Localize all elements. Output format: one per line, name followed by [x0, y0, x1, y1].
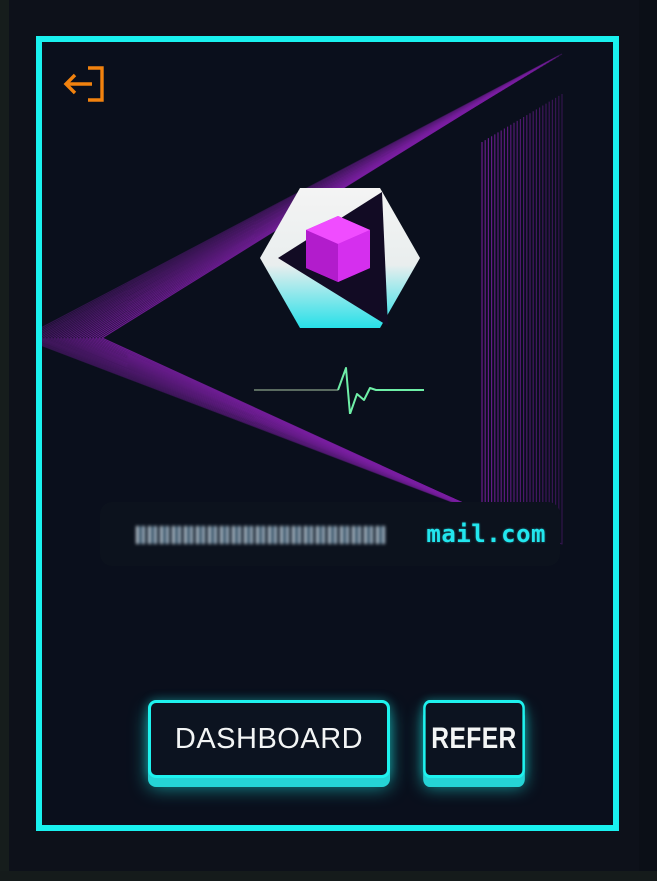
refer-button[interactable]: REFER [423, 700, 525, 778]
app-window: mail.com DASHBOARD REFER [0, 0, 657, 881]
left-edge-strip [0, 0, 9, 881]
right-edge-strip [639, 0, 657, 881]
refer-button-label: REFER [431, 722, 517, 755]
email-redacted-mask [136, 526, 386, 544]
email-text: mail.com [426, 520, 546, 548]
dashboard-button-label: DASHBOARD [174, 722, 364, 755]
dashboard-button[interactable]: DASHBOARD [148, 700, 390, 778]
logout-icon[interactable] [62, 62, 108, 106]
bottom-edge-strip [0, 871, 657, 881]
profile-card: mail.com DASHBOARD REFER [36, 36, 619, 831]
email-display: mail.com [100, 502, 560, 566]
hexagon-cube-logo-icon [260, 188, 420, 328]
heartbeat-pulse-icon [254, 367, 424, 414]
